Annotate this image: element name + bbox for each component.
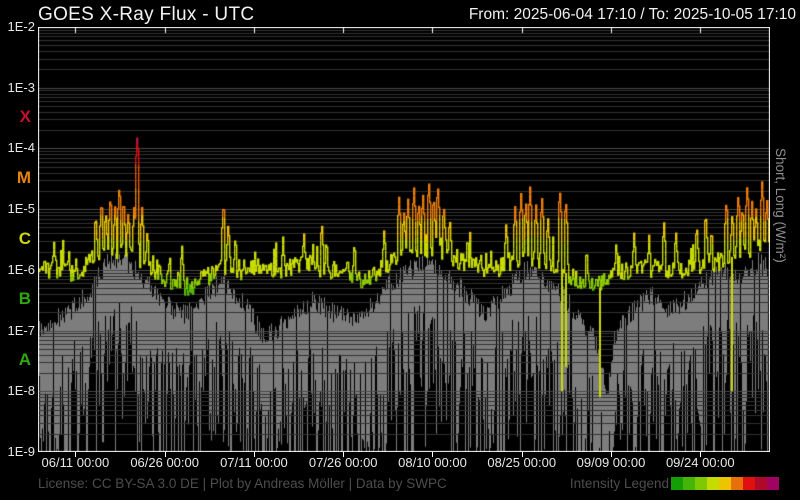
legend-color-segment: [683, 477, 695, 490]
right-axis-label: Short, Long (W/m²): [773, 148, 788, 263]
legend-color-segment: [719, 477, 731, 490]
legend-color-segment: [743, 477, 755, 490]
x-axis-tick-mark: [700, 452, 701, 457]
flux-class-letter: B: [18, 289, 31, 309]
legend-color-segment: [671, 477, 683, 490]
x-axis-tick-label: 09/24 00:00: [665, 455, 735, 470]
x-axis-tick-mark: [75, 452, 76, 457]
xray-flux-chart-canvas: [38, 27, 770, 452]
x-axis-tick-mark: [432, 452, 433, 457]
legend-color-segment: [695, 477, 707, 490]
x-axis-tick-label: 08/25 00:00: [487, 455, 557, 470]
legend-color-segment: [707, 477, 719, 490]
intensity-legend-bar: [671, 477, 779, 490]
y-axis-tick-label: 1E-3: [7, 79, 35, 95]
x-axis-tick-label: 06/11 00:00: [41, 455, 110, 470]
y-axis-tick-label: 1E-7: [7, 322, 35, 338]
y-axis-tick-label: 1E-6: [7, 261, 35, 277]
date-range: From: 2025-06-04 17:10 / To: 2025-10-05 …: [468, 6, 796, 23]
goes-xray-flux-app: GOES X-Ray Flux - UTC From: 2025-06-04 1…: [0, 0, 800, 500]
y-axis-tick-label: 1E-8: [7, 383, 35, 399]
y-axis-tick-label: 1E-4: [7, 140, 35, 156]
x-axis-tick-label: 09/09 00:00: [576, 455, 646, 470]
intensity-legend-label: Intensity Legend: [569, 476, 669, 491]
y-axis-tick-label: 1E-2: [7, 19, 35, 34]
x-axis-tick-mark: [611, 452, 612, 457]
flux-class-letter: M: [16, 167, 31, 187]
flux-class-letter: C: [18, 228, 31, 248]
flux-class-letter: A: [18, 349, 31, 369]
y-axis-tick-label: 1E-5: [7, 201, 35, 217]
x-axis-tick-label: 07/11 00:00: [220, 455, 288, 470]
x-axis-tick-mark: [165, 452, 166, 457]
x-axis-tick-mark: [254, 452, 255, 457]
license-text: License: CC BY-SA 3.0 DE | Plot by Andre…: [38, 476, 447, 491]
x-axis-tick-mark: [522, 452, 523, 457]
x-axis-tick-label: 08/10 00:00: [398, 455, 467, 470]
flux-class-letter: X: [19, 107, 31, 127]
legend-color-segment: [731, 477, 743, 490]
intensity-legend: Intensity Legend: [570, 476, 779, 491]
x-axis-tick-label: 06/26 00:00: [130, 455, 199, 470]
legend-color-segment: [767, 477, 779, 490]
page-title: GOES X-Ray Flux - UTC: [38, 4, 255, 25]
legend-color-segment: [755, 477, 767, 490]
x-axis-tick-label: 07/26 00:00: [308, 455, 378, 470]
x-axis-tick-mark: [343, 452, 344, 457]
